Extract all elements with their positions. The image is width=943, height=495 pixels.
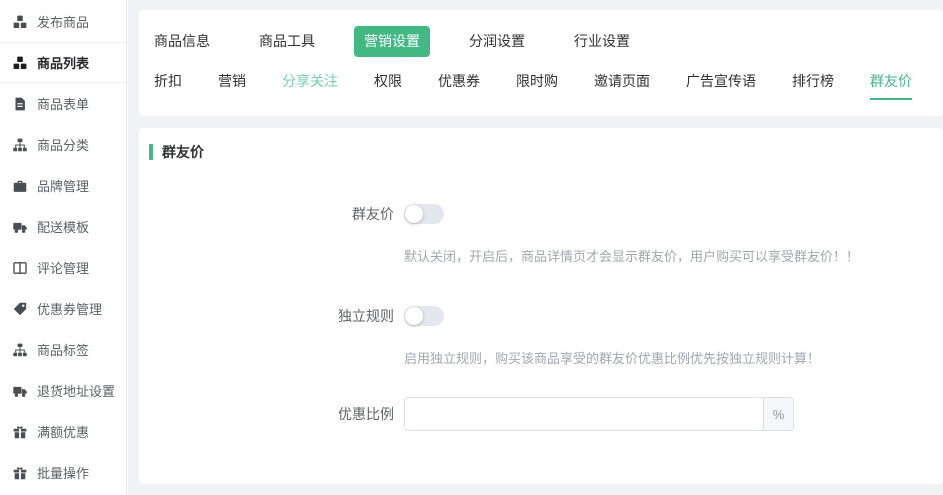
sitemap-icon bbox=[13, 137, 28, 152]
sidebar-item-label: 评论管理 bbox=[37, 258, 89, 277]
sitemap-icon bbox=[13, 342, 28, 357]
sidebar-item-label: 发布商品 bbox=[37, 12, 89, 31]
sidebar-item-delivery-template[interactable]: 配送模板 bbox=[0, 206, 126, 247]
sidebar-item-full-amount-discount[interactable]: 满额优惠 bbox=[0, 411, 126, 452]
group-price-form: 群友价 默认关闭，开启后，商品详情页才会显示群友价，用户购买可以享受群友价！！ … bbox=[149, 204, 933, 431]
sidebar-item-label: 满额优惠 bbox=[37, 422, 89, 441]
section-accent-bar bbox=[149, 144, 153, 160]
sidebar-item-label: 商品标签 bbox=[37, 340, 89, 359]
tab-marketing-settings[interactable]: 营销设置 bbox=[354, 26, 430, 57]
group-price-label: 群友价 bbox=[149, 204, 394, 266]
discount-ratio-input[interactable] bbox=[405, 398, 763, 430]
percent-suffix: % bbox=[763, 398, 793, 430]
sidebar-item-label: 商品分类 bbox=[37, 135, 89, 154]
sidebar-item-label: 批量操作 bbox=[37, 463, 89, 482]
sidebar-item-batch-operations[interactable]: 批量操作 bbox=[0, 452, 126, 493]
columns-icon bbox=[13, 260, 28, 275]
sidebar-item-label: 优惠券管理 bbox=[37, 299, 102, 318]
subtab-group-price[interactable]: 群友价 bbox=[870, 71, 912, 100]
briefcase-icon bbox=[13, 178, 28, 193]
independent-rule-toggle[interactable] bbox=[404, 306, 444, 326]
tab-profit-sharing-settings[interactable]: 分润设置 bbox=[459, 26, 535, 57]
document-icon bbox=[13, 96, 28, 111]
cubes-icon bbox=[13, 55, 28, 70]
subtab-coupons[interactable]: 优惠券 bbox=[438, 71, 480, 100]
subtab-share-follow[interactable]: 分享关注 bbox=[282, 71, 338, 100]
tab-product-tools[interactable]: 商品工具 bbox=[249, 26, 325, 57]
tab-industry-settings[interactable]: 行业设置 bbox=[564, 26, 640, 57]
subtab-flash-sale[interactable]: 限时购 bbox=[516, 71, 558, 100]
subtab-ad-slogan[interactable]: 广告宣传语 bbox=[686, 71, 756, 100]
subtab-permissions[interactable]: 权限 bbox=[374, 71, 402, 100]
main-area: 商品信息 商品工具 营销设置 分润设置 行业设置 折扣 营销 分享关注 权限 优… bbox=[128, 0, 943, 495]
tabs-card: 商品信息 商品工具 营销设置 分润设置 行业设置 折扣 营销 分享关注 权限 优… bbox=[139, 10, 943, 116]
form-item-group-price: 群友价 默认关闭，开启后，商品详情页才会显示群友价，用户购买可以享受群友价！！ bbox=[149, 204, 933, 266]
discount-ratio-input-group: % bbox=[404, 397, 794, 431]
main-tab-bar: 商品信息 商品工具 营销设置 分润设置 行业设置 bbox=[144, 26, 933, 57]
independent-rule-help-text: 启用独立规则，购买该商品享受的群友价优惠比例优先按独立规则计算！ bbox=[404, 350, 820, 368]
sidebar-item-publish-product[interactable]: 发布商品 bbox=[0, 1, 126, 42]
sidebar-item-product-tags[interactable]: 商品标签 bbox=[0, 329, 126, 370]
subtab-ranking[interactable]: 排行榜 bbox=[792, 71, 834, 100]
form-item-discount-ratio: 优惠比例 % bbox=[149, 397, 933, 431]
truck-icon bbox=[13, 383, 28, 398]
discount-ratio-label: 优惠比例 bbox=[149, 397, 394, 431]
gift-icon bbox=[13, 424, 28, 439]
sidebar-item-product-form[interactable]: 商品表单 bbox=[0, 83, 126, 124]
cubes-icon bbox=[13, 14, 28, 29]
sidebar-item-brand-management[interactable]: 品牌管理 bbox=[0, 165, 126, 206]
gift-icon bbox=[13, 465, 28, 480]
sidebar-item-label: 配送模板 bbox=[37, 217, 89, 236]
subtab-marketing[interactable]: 营销 bbox=[218, 71, 246, 100]
sidebar-item-coupon-management[interactable]: 优惠券管理 bbox=[0, 288, 126, 329]
subtab-discount[interactable]: 折扣 bbox=[154, 71, 182, 100]
toggle-knob bbox=[405, 307, 423, 325]
sidebar-item-comment-management[interactable]: 评论管理 bbox=[0, 247, 126, 288]
sub-tab-bar: 折扣 营销 分享关注 权限 优惠券 限时购 邀请页面 广告宣传语 排行榜 群友价 bbox=[144, 71, 933, 100]
sidebar: 发布商品 商品列表 商品表单 商品分类 品牌管理 配送模板 评论管理 优惠券管理… bbox=[0, 0, 127, 495]
form-item-independent-rule: 独立规则 启用独立规则，购买该商品享受的群友价优惠比例优先按独立规则计算！ bbox=[149, 306, 933, 368]
group-price-help-text: 默认关闭，开启后，商品详情页才会显示群友价，用户购买可以享受群友价！！ bbox=[404, 248, 859, 266]
sidebar-item-product-list[interactable]: 商品列表 bbox=[0, 42, 126, 83]
section-title: 群友价 bbox=[162, 142, 204, 162]
sidebar-item-label: 商品列表 bbox=[37, 53, 89, 72]
independent-rule-label: 独立规则 bbox=[149, 306, 394, 368]
toggle-knob bbox=[405, 205, 423, 223]
sidebar-item-label: 商品表单 bbox=[37, 94, 89, 113]
sidebar-item-label: 退货地址设置 bbox=[37, 381, 115, 400]
group-price-toggle[interactable] bbox=[404, 204, 444, 224]
sidebar-item-label: 品牌管理 bbox=[37, 176, 89, 195]
truck-icon bbox=[13, 219, 28, 234]
section-header: 群友价 bbox=[149, 142, 933, 162]
sidebar-item-return-address-settings[interactable]: 退货地址设置 bbox=[0, 370, 126, 411]
sidebar-item-product-category[interactable]: 商品分类 bbox=[0, 124, 126, 165]
tab-product-info[interactable]: 商品信息 bbox=[144, 26, 220, 57]
group-price-panel: 群友价 群友价 默认关闭，开启后，商品详情页才会显示群友价，用户购买可以享受群友… bbox=[139, 128, 943, 484]
subtab-invite-page[interactable]: 邀请页面 bbox=[594, 71, 650, 100]
tag-icon bbox=[13, 301, 28, 316]
